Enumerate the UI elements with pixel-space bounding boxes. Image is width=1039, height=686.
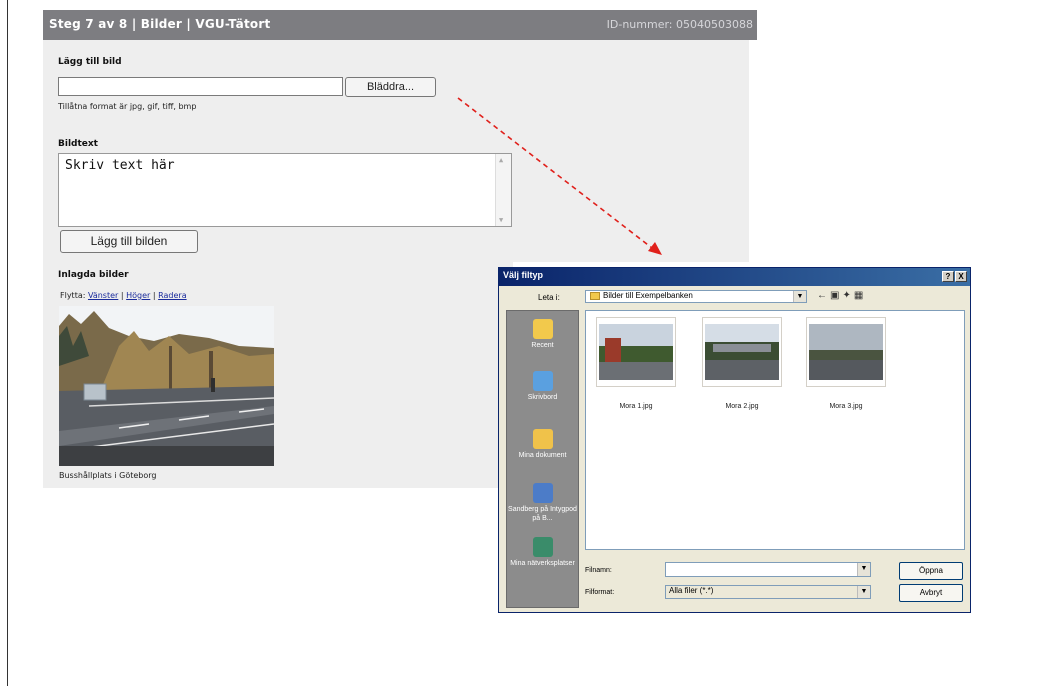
desktop-icon xyxy=(532,371,553,391)
filename-label: Filnamn: xyxy=(585,567,612,574)
filename-input[interactable]: ▼ xyxy=(665,562,871,577)
file-thumbnail[interactable]: Mora 3.jpg xyxy=(806,317,886,427)
filetype-label: Filformat: xyxy=(585,589,615,596)
thumbnail-image xyxy=(809,324,883,380)
place-network-share[interactable]: Sandberg på Intygpod på B... xyxy=(507,483,578,523)
place-label: Mina nätverksplatser xyxy=(510,560,575,567)
file-list[interactable]: Mora 1.jpg Mora 2.jpg Mora 3.jpg xyxy=(585,310,965,550)
thumbnail-frame xyxy=(702,317,782,387)
look-in-value: Bilder till Exempelbanken xyxy=(603,291,693,300)
filetype-select[interactable]: Alla filer (*.*) ▼ xyxy=(665,585,871,599)
place-desktop[interactable]: Skrivbord xyxy=(507,371,578,402)
file-dialog: Välj filtyp ? X Leta i: Bilder till Exem… xyxy=(498,267,971,613)
thumbnail-frame xyxy=(806,317,886,387)
open-button[interactable]: Öppna xyxy=(899,562,963,580)
place-label: Sandberg på Intygpod på B... xyxy=(508,506,577,522)
folder-icon xyxy=(590,291,600,300)
toolbar-icons[interactable]: ←▣✦▦ xyxy=(817,290,866,301)
file-name: Mora 2.jpg xyxy=(725,403,759,410)
look-in-label: Leta i: xyxy=(538,293,560,302)
place-label: Skrivbord xyxy=(527,394,558,401)
thumbnail-image xyxy=(599,324,673,380)
dropdown-arrow-icon[interactable]: ▼ xyxy=(857,586,870,598)
help-icon[interactable]: ? xyxy=(942,271,954,282)
close-icon[interactable]: X xyxy=(955,271,967,282)
new-folder-icon[interactable]: ✦ xyxy=(842,290,853,301)
file-thumbnail[interactable]: Mora 2.jpg xyxy=(702,317,782,427)
file-name: Mora 3.jpg xyxy=(829,403,863,410)
place-network[interactable]: Mina nätverksplatser xyxy=(507,537,578,568)
network-icon xyxy=(532,537,553,557)
thumbnail-image xyxy=(705,324,779,380)
place-label: Mina dokument xyxy=(518,452,567,459)
dialog-titlebar[interactable]: Välj filtyp ? X xyxy=(499,268,970,286)
dialog-title: Välj filtyp xyxy=(503,270,544,280)
filetype-value: Alla filer (*.*) xyxy=(669,586,714,595)
recent-icon xyxy=(532,319,553,339)
back-icon[interactable]: ← xyxy=(817,290,830,301)
cancel-button[interactable]: Avbryt xyxy=(899,584,963,602)
up-folder-icon[interactable]: ▣ xyxy=(830,290,842,301)
place-label: Recent xyxy=(531,342,554,349)
documents-icon xyxy=(532,429,553,449)
thumbnail-frame xyxy=(596,317,676,387)
dropdown-arrow-icon[interactable]: ▼ xyxy=(857,563,870,576)
file-name: Mora 1.jpg xyxy=(619,403,653,410)
view-menu-icon[interactable]: ▦ xyxy=(854,290,866,301)
place-recent[interactable]: Recent xyxy=(507,319,578,350)
dropdown-arrow-icon[interactable]: ▼ xyxy=(793,291,806,302)
computer-icon xyxy=(532,483,553,503)
places-bar: Recent Skrivbord Mina dokument Sandberg … xyxy=(506,310,579,608)
look-in-select[interactable]: Bilder till Exempelbanken ▼ xyxy=(585,290,807,303)
file-thumbnail[interactable]: Mora 1.jpg xyxy=(596,317,676,427)
place-my-documents[interactable]: Mina dokument xyxy=(507,429,578,460)
